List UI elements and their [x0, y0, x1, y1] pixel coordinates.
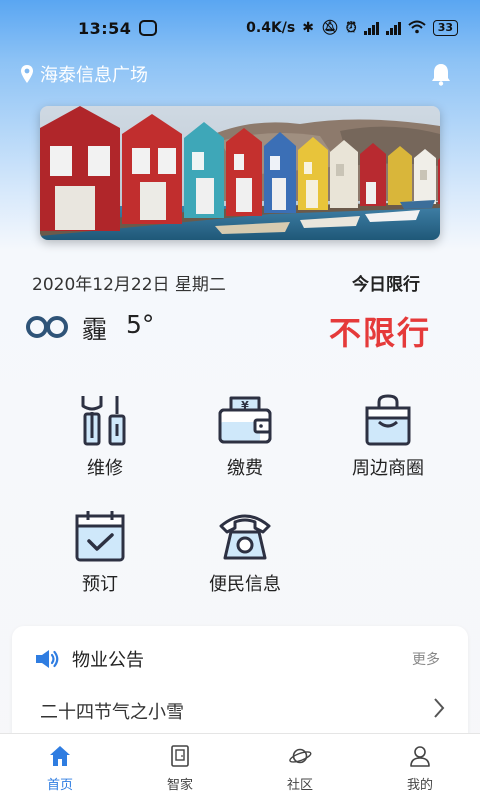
- shopping-bag-icon: [365, 394, 411, 446]
- bell-icon[interactable]: [430, 62, 452, 86]
- service-label: 维修: [87, 458, 123, 479]
- weather-condition: 霾: [82, 315, 108, 344]
- tab-community[interactable]: 社区: [240, 734, 360, 800]
- speaker-icon: [36, 650, 59, 668]
- wifi-icon: [408, 20, 426, 37]
- planet-icon: [289, 748, 312, 764]
- telephone-icon: [219, 514, 271, 560]
- bottom-tab-bar: 首页 智家 社区 我的: [0, 733, 480, 800]
- banner-image[interactable]: [40, 106, 440, 240]
- location-name: 海泰信息广场: [40, 65, 148, 86]
- home-icon: [50, 746, 70, 766]
- status-icons: 0.4K/s ✱ 🔕︎ ⏰︎ 33: [246, 20, 458, 37]
- property-notice-card: 物业公告 更多 二十四节气之小雪: [12, 626, 468, 746]
- haze-weather-icon: [26, 316, 68, 338]
- status-bar: 13:54 0.4K/s ✱ 🔕︎ ⏰︎ 33: [0, 0, 480, 56]
- banner-illustration: [40, 106, 440, 240]
- tab-smart-home[interactable]: 智家: [120, 734, 240, 800]
- tab-label: 智家: [166, 778, 193, 793]
- chevron-right-icon[interactable]: [432, 696, 446, 720]
- temperature: 5°: [126, 310, 155, 339]
- tab-label: 我的: [406, 778, 433, 793]
- tab-label: 首页: [46, 778, 73, 793]
- service-convenience-info[interactable]: 便民信息: [175, 508, 315, 596]
- tab-label: 社区: [286, 778, 313, 793]
- service-label: 预订: [82, 574, 118, 595]
- tab-home[interactable]: 首页: [0, 734, 120, 800]
- mute-icon: 🔕︎: [320, 20, 339, 36]
- traffic-limit-value: 不限行: [328, 314, 431, 352]
- service-label: 便民信息: [209, 574, 281, 595]
- signal-hd-icon: [363, 21, 379, 35]
- service-nearby-business[interactable]: 周边商圈: [318, 392, 458, 480]
- notice-more-link[interactable]: 更多: [412, 649, 440, 669]
- location-selector[interactable]: 海泰信息广场: [20, 60, 148, 88]
- payment-wallet-icon: ¥: [218, 396, 272, 444]
- alarm-icon: ⏰︎: [345, 20, 357, 36]
- service-payment[interactable]: ¥ 缴费: [175, 392, 315, 480]
- notice-title: 物业公告: [72, 650, 144, 671]
- status-time: 13:54: [78, 18, 132, 38]
- traffic-limit-title: 今日限行: [352, 275, 420, 295]
- smart-home-icon: [171, 745, 189, 767]
- location-pin-icon: [21, 65, 33, 83]
- battery-icon: 33: [432, 20, 458, 36]
- tab-profile[interactable]: 我的: [360, 734, 480, 800]
- chat-icon: [139, 20, 158, 36]
- network-speed: 0.4K/s: [246, 20, 296, 36]
- notice-header: 物业公告 更多: [12, 644, 468, 674]
- current-date: 2020年12月22日 星期二: [32, 275, 226, 295]
- service-booking[interactable]: 预订: [30, 508, 170, 596]
- bluetooth-icon: ✱: [302, 20, 314, 36]
- calendar-check-icon: [75, 511, 125, 562]
- service-repair[interactable]: 维修: [35, 392, 175, 480]
- notice-item[interactable]: 二十四节气之小雪: [40, 698, 184, 724]
- service-label: 周边商圈: [352, 458, 424, 479]
- service-label: 缴费: [227, 458, 263, 479]
- user-icon: [410, 746, 430, 767]
- repair-tools-icon: [81, 396, 126, 446]
- signal-hd-icon: [385, 21, 401, 35]
